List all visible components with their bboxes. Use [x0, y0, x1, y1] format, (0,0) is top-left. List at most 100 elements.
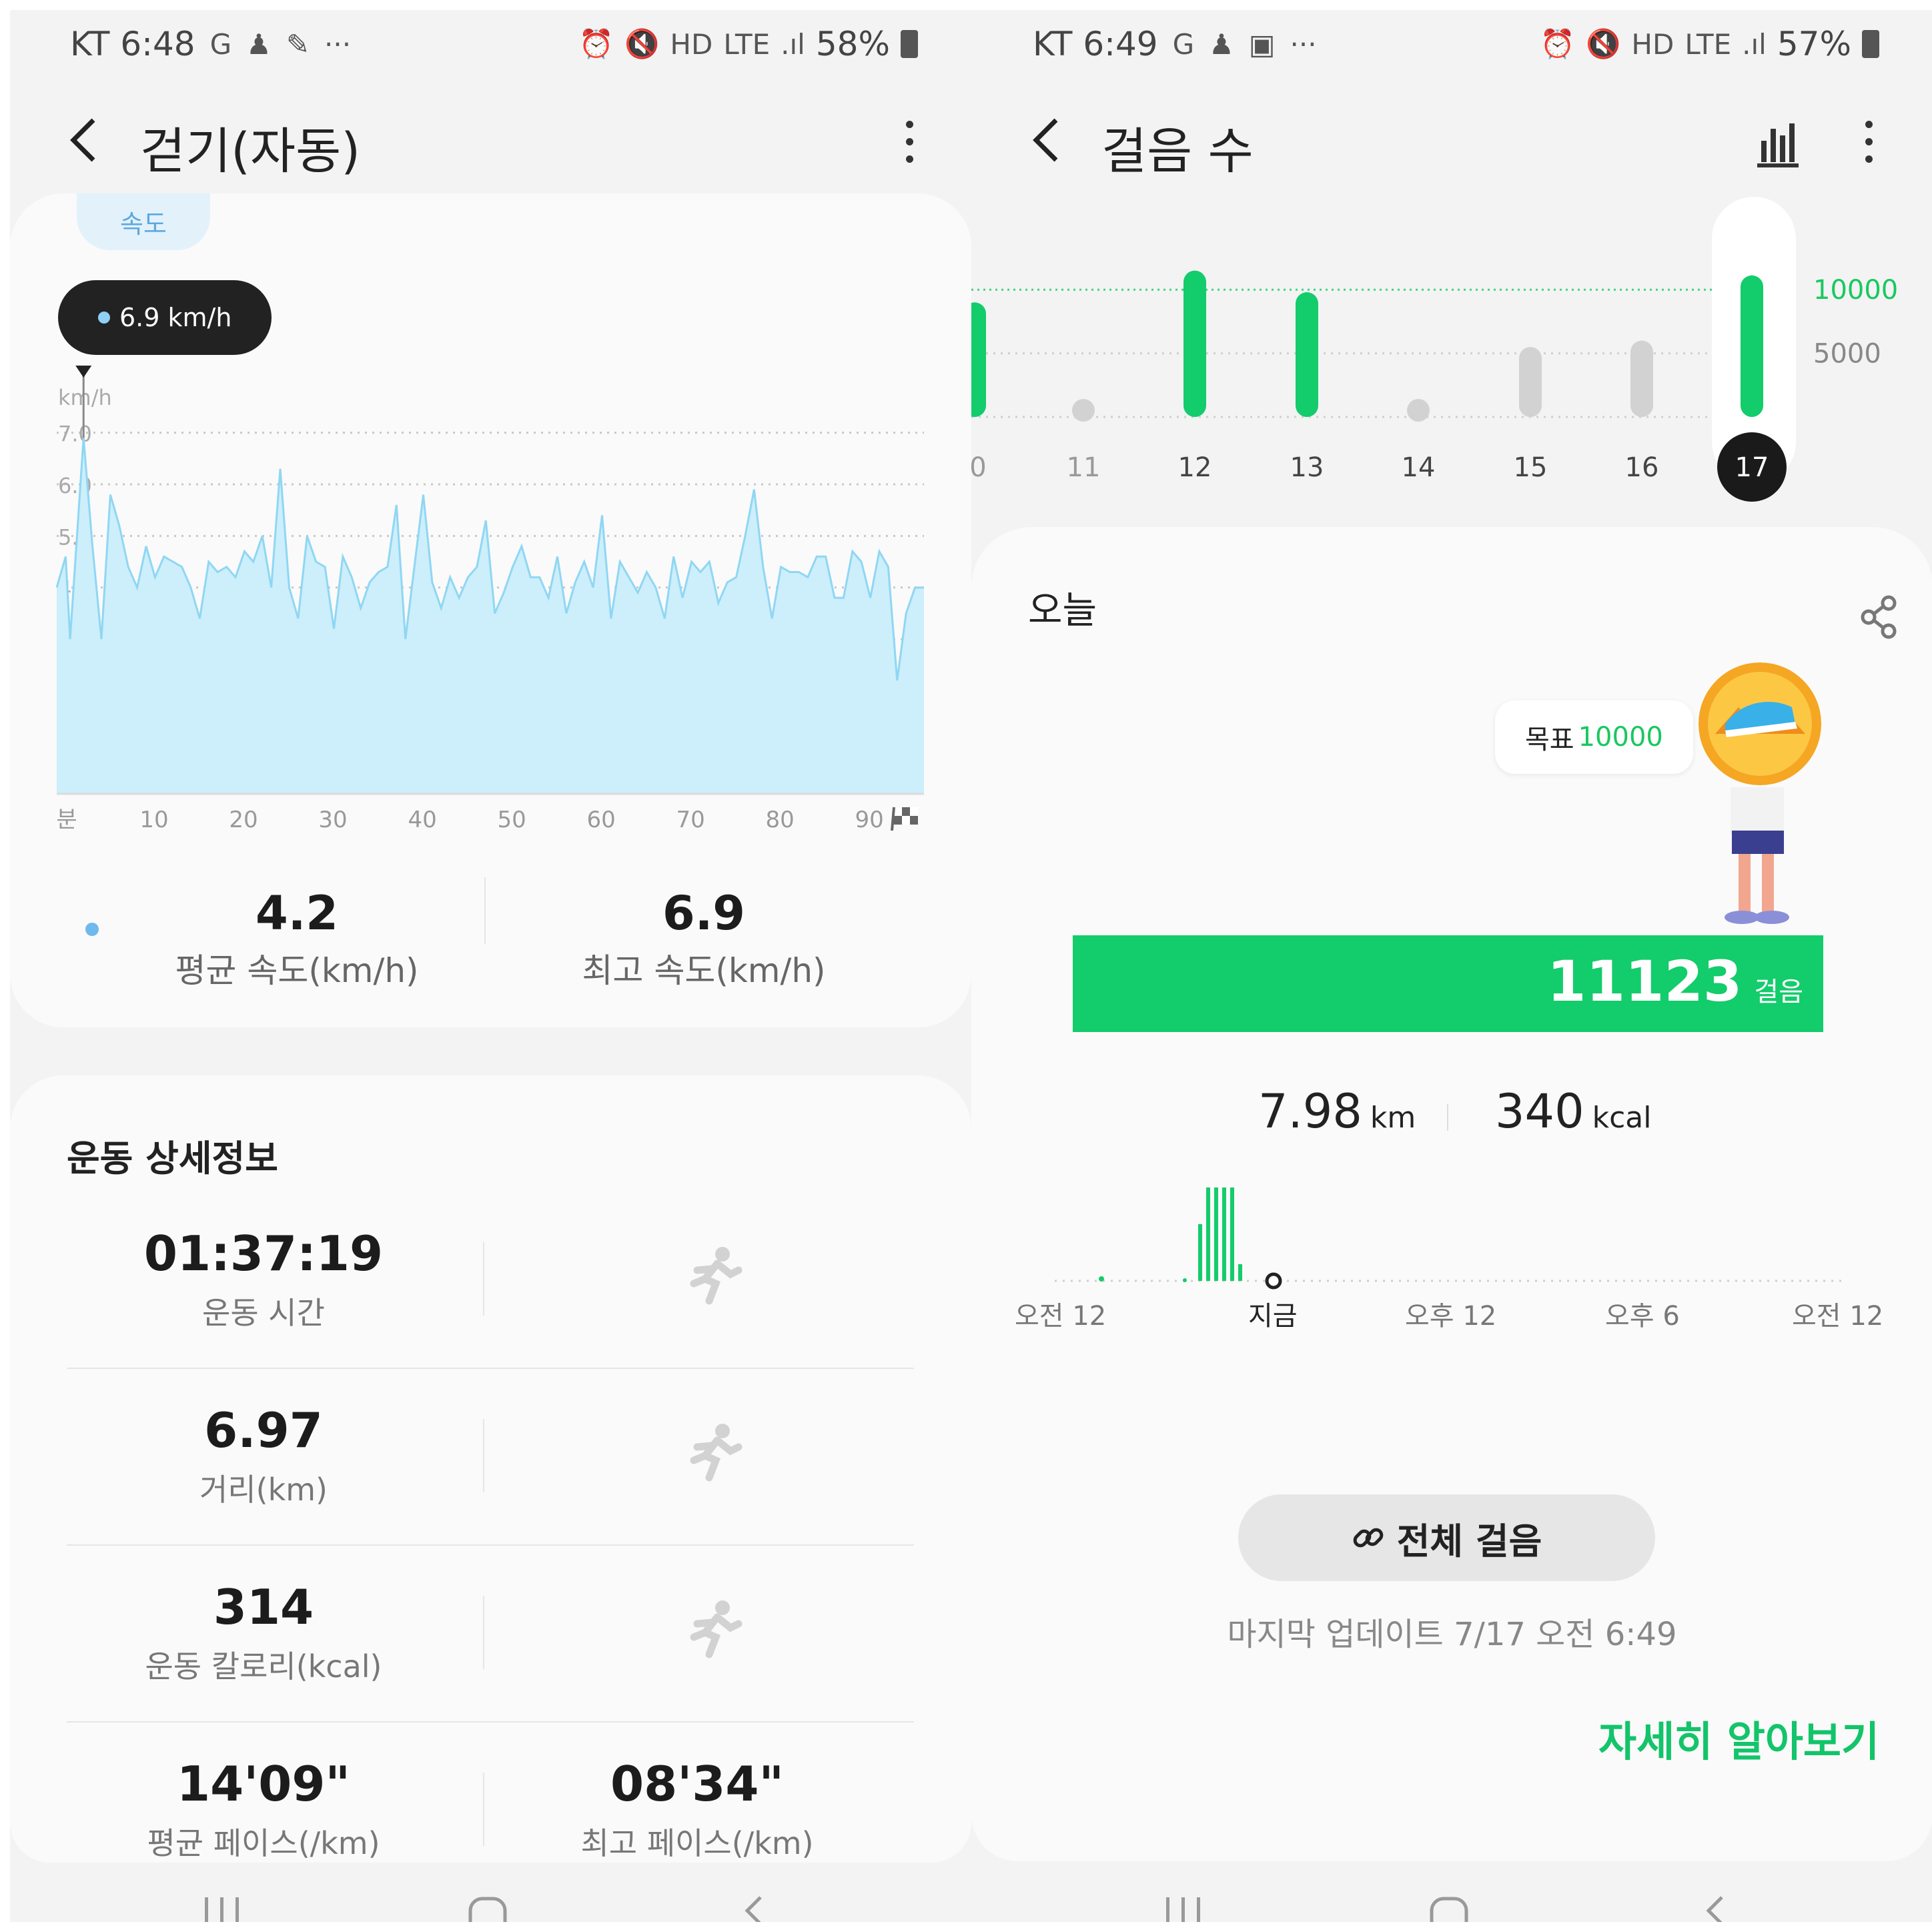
- gallery-icon: ▣: [1248, 27, 1276, 61]
- tooltip-arrow: [75, 366, 92, 378]
- speed-tooltip: 6.9 km/h: [58, 280, 272, 355]
- calories-value: 340: [1495, 1084, 1584, 1139]
- calories-label: 운동 칼로리(kcal): [145, 1648, 382, 1684]
- signal-icon: .ıl: [1742, 27, 1767, 61]
- avg-legend-dot: [85, 923, 99, 936]
- recent-apps-button[interactable]: [1166, 1897, 1200, 1922]
- day-bar: [1183, 270, 1206, 417]
- hd-icon: HD: [670, 27, 713, 61]
- alarm-icon: ⏰: [578, 27, 614, 60]
- goal-prefix: 목표: [1525, 724, 1574, 755]
- page-title: 걷기(자동): [140, 123, 361, 180]
- x-tick-label: 60: [586, 807, 615, 833]
- day-label: 15: [1514, 452, 1548, 483]
- steps-progress-bar: 11123 걸음: [1073, 935, 1823, 1032]
- steps-unit: 걸음: [1754, 977, 1803, 1007]
- all-steps-button[interactable]: 전체 걸음: [1238, 1494, 1655, 1581]
- x-tick-label: 10: [139, 807, 168, 833]
- time-label-end: 오전 12: [1792, 1301, 1884, 1332]
- day-label: 14: [1402, 452, 1436, 483]
- day-bar: [1296, 292, 1318, 417]
- running-icon: [690, 1600, 743, 1658]
- now-marker: [1265, 1272, 1282, 1290]
- today-header: 오늘: [1028, 589, 1097, 632]
- back-button[interactable]: [63, 110, 103, 183]
- nav-buttons: [1166, 1896, 1723, 1922]
- time-label-6pm: 오후 6: [1605, 1301, 1680, 1332]
- time-label-now: 지금: [1248, 1301, 1298, 1332]
- notification-icon: ✎: [286, 27, 310, 61]
- running-icon: [690, 1424, 743, 1482]
- day-label: 13: [1290, 452, 1324, 483]
- y-unit-label: km/h: [58, 385, 112, 410]
- last-update: 마지막 업데이트 7/17 오전 6:49: [1227, 1616, 1677, 1653]
- daily-steps-chart: 10000 5000 0 11 12 13 14 15 16 17: [971, 197, 1898, 502]
- nav-buttons: [205, 1896, 762, 1922]
- day-bar: [1630, 340, 1653, 417]
- flag-check: [910, 807, 918, 816]
- right-screen: KT 6:49 G ♟ ▣ ··· ⏰ 🔇 HD LTE .ıl 57% 걸음 …: [971, 10, 1932, 1922]
- distance-label: 거리(km): [199, 1472, 328, 1508]
- status-bar: KT 6:49 G ♟ ▣ ··· ⏰ 🔇 HD LTE .ıl 57%: [971, 10, 1932, 80]
- google-icon: G: [1172, 27, 1195, 61]
- time-label-start: 오전 12: [1015, 1301, 1107, 1332]
- today-calories: 340 kcal: [1495, 1084, 1651, 1139]
- avg-pace-label: 평균 페이스(/km): [147, 1825, 380, 1861]
- day-label: 17: [1735, 452, 1769, 483]
- max-speed-value: 6.9: [662, 886, 745, 941]
- goal-value: 10000: [1578, 722, 1663, 753]
- page-title: 걸음 수: [1101, 123, 1254, 180]
- hourly-steps-chart: [1055, 1187, 1842, 1290]
- hd-icon: HD: [1631, 27, 1674, 61]
- stat-divider: [1447, 1104, 1448, 1131]
- more-options-button[interactable]: [904, 121, 915, 165]
- tooltip-text: 6.9 km/h: [119, 303, 232, 332]
- goal-axis-label: 10000: [1813, 275, 1898, 306]
- bar-chart-icon: [1757, 123, 1799, 167]
- nav-bar: [971, 1872, 1932, 1922]
- avg-speed-value: 4.2: [255, 886, 338, 941]
- x-tick-label: 80: [766, 807, 795, 833]
- app-bar: 걸음 수: [971, 97, 1932, 183]
- today-card: 오늘 목표 10000 11123 걸음 7.98 km 340 kcal 오전…: [971, 527, 1932, 1861]
- day-bar: [1519, 347, 1542, 417]
- day-bar: [1072, 399, 1095, 422]
- flag-check: [902, 816, 910, 825]
- link-icon: [1353, 1528, 1384, 1548]
- goal-achieved-character: [1699, 662, 1821, 924]
- more-notifications-icon: ···: [324, 27, 352, 61]
- detail-row-pace: 14'09" 평균 페이스(/km) 08'34" 최고 페이스(/km): [67, 1723, 914, 1863]
- back-button[interactable]: [1026, 110, 1066, 183]
- home-button[interactable]: [468, 1897, 507, 1922]
- x-tick-label: 분: [56, 807, 77, 833]
- x-tick-label: 50: [497, 807, 526, 833]
- all-steps-label: 전체 걸음: [1396, 1520, 1542, 1562]
- more-notifications-icon: ···: [1290, 27, 1317, 61]
- running-icon: [690, 1247, 743, 1305]
- details-card: 운동 상세정보 01:37:19 운동 시간 6.97 거리(km) 314 운…: [10, 1075, 971, 1863]
- x-tick-label: 30: [318, 807, 347, 833]
- speed-area: [57, 438, 924, 794]
- back-nav-button[interactable]: [1706, 1896, 1723, 1922]
- chevron-left-icon: [70, 118, 95, 162]
- recent-apps-button[interactable]: [205, 1897, 239, 1922]
- day-label: 16: [1625, 452, 1659, 483]
- x-tick-label: 20: [229, 807, 258, 833]
- chart-view-button[interactable]: [1756, 115, 1803, 169]
- share-button[interactable]: [1859, 594, 1899, 640]
- duration-label: 운동 시간: [202, 1295, 325, 1331]
- day-label: 11: [1067, 452, 1101, 483]
- back-nav-button[interactable]: [745, 1896, 762, 1922]
- health-icon: ♟: [1209, 27, 1234, 61]
- detail-row-distance: 6.97 거리(km): [67, 1369, 914, 1546]
- learn-more-link[interactable]: 자세히 알아보기: [1598, 1708, 1879, 1768]
- signal-icon: .ıl: [781, 27, 805, 61]
- more-options-button[interactable]: [1863, 121, 1874, 165]
- distance-value: 6.97: [204, 1402, 323, 1458]
- time-label-noon: 오후 12: [1405, 1301, 1497, 1332]
- carrier-time: KT 6:48: [70, 25, 195, 63]
- home-button[interactable]: [1430, 1897, 1468, 1922]
- speed-card: 속도 7.06.05.04.03.02.01.0km/h분10203040506…: [10, 193, 971, 1027]
- x-tick-label: 40: [408, 807, 436, 833]
- flag-pole: [891, 807, 895, 831]
